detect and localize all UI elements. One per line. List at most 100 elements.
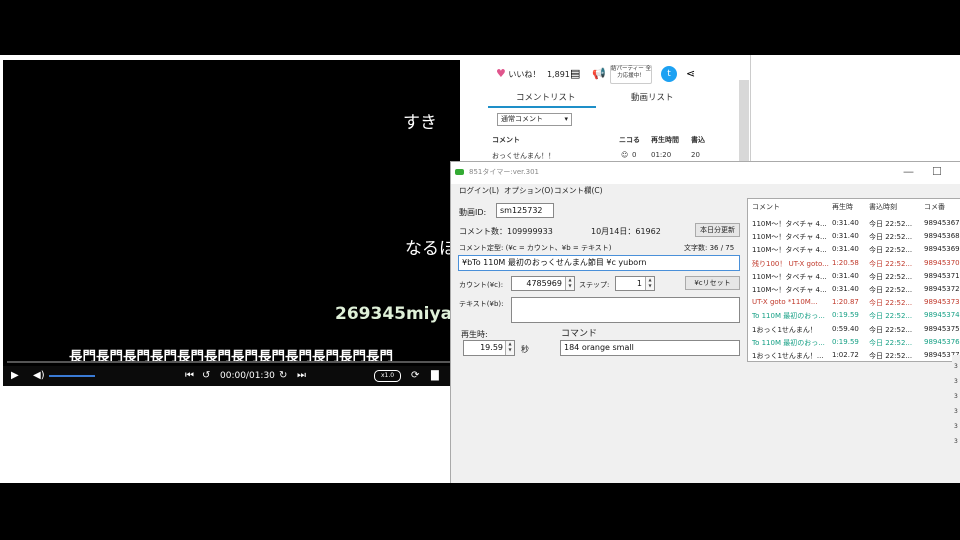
cell-comment: To 110M 最初のおっ... <box>752 338 825 347</box>
col-comment[interactable]: コメント <box>492 135 520 145</box>
table-row[interactable]: 110M～！タベチャ 4... 0:31.40 今日 22:52... 9894536… <box>748 243 960 256</box>
advertise-icon[interactable]: 📢 <box>592 67 606 80</box>
count-value: 4785969 <box>526 279 562 288</box>
table-row[interactable]: 残り100！ UT-X goto... 1:20.58 今日 22:52... 989… <box>748 257 960 270</box>
cell-time: 0:31.40 <box>832 219 859 227</box>
table-row[interactable]: 1おっく1せんまん！ 0:59.40 今日 22:52... 98945375 <box>748 323 960 336</box>
skip-back-icon[interactable]: ⏮ <box>185 370 194 381</box>
rewind-icon[interactable]: ↺ <box>202 370 210 381</box>
cell-date: 今日 22:52... <box>869 272 913 281</box>
command-label: コマンド <box>561 329 598 339</box>
col-writetime[interactable]: 書込時刻 <box>869 202 897 212</box>
mylist-icon[interactable]: ▤ <box>570 67 580 80</box>
playtime-spinner[interactable]: ▲ ▼ <box>505 341 514 355</box>
skip-forward-icon[interactable]: ⏭ <box>297 370 306 381</box>
like-count: 1,891 <box>546 70 570 79</box>
command-input[interactable]: 184 orange small <box>560 340 740 356</box>
count-spinner[interactable]: ▲ ▼ <box>565 277 574 290</box>
seconds-label: 秒 <box>521 345 529 354</box>
loop-icon[interactable]: ⟳ <box>411 370 419 381</box>
playtime-input[interactable]: 19.59 ▲ ▼ <box>463 340 515 356</box>
playback-speed-button[interactable]: x1.0 <box>374 370 401 382</box>
party-badge[interactable]: 結パーティー 全力応援中！ <box>610 65 652 84</box>
like-button[interactable]: ♥ いいね！ 1,891 <box>496 67 570 80</box>
text-input[interactable] <box>511 297 740 323</box>
cell-comment: 110M～！タベチャ 4... <box>752 286 827 294</box>
cell-comment: 1おっく1せんまん！ <box>752 325 817 334</box>
scrollbar[interactable] <box>952 355 960 483</box>
cell-time: 0:31.40 <box>832 245 859 254</box>
table-row[interactable]: 110M～！タベチャ 4... 0:31.40 今日 22:52... 9894537… <box>748 270 960 283</box>
menu-login[interactable]: ログイン(L) <box>459 185 499 196</box>
share-icon[interactable]: ⋖ <box>686 67 695 80</box>
col-comment[interactable]: コメント <box>752 202 780 212</box>
time-display: 00:00/01:30 <box>220 371 275 381</box>
comment-type-value: 通常コメント <box>501 115 543 123</box>
cell-date: 今日 22:52... <box>869 286 913 294</box>
menu-options[interactable]: オプション(O) <box>504 185 553 196</box>
col-playtime[interactable]: 再生時間 <box>651 135 679 145</box>
row-marker: 3 <box>954 363 958 370</box>
table-row[interactable]: 110M～！タベチャ 4... 0:31.40 今日 22:52... 9894536… <box>748 230 960 243</box>
step-input[interactable]: 1 ▲ ▼ <box>615 276 655 291</box>
playtime-value: 19.59 <box>480 343 503 352</box>
cell-time: 0:31.40 <box>832 285 859 293</box>
table-row[interactable]: 1おっく1せんまん！... 1:02.72 今日 22:52... 98945377 <box>748 349 960 361</box>
seek-bar[interactable] <box>7 361 453 363</box>
cell-date: 今日 22:52... <box>869 246 913 255</box>
table-row[interactable]: UT-X goto *110M... 1:20.87 今日 22:52... 9894… <box>748 296 960 309</box>
danmaku-comment: 269345miya <box>335 304 453 324</box>
row-marker: 3 <box>954 408 958 415</box>
update-today-button[interactable]: 本日分更新 <box>695 223 740 237</box>
app-icon <box>455 169 464 175</box>
col-comment-no[interactable]: コメ番 <box>924 202 945 212</box>
posted-comment-list[interactable]: コメント 再生時 書込時刻 コメ番 110M～！タベチャ 4... 0:31.40… <box>747 198 960 362</box>
cell-time: 0:31.40 <box>832 232 859 241</box>
col-date[interactable]: 書込 <box>691 135 705 145</box>
cell-comment: 1おっく1せんまん！... <box>752 352 824 360</box>
col-nicoru[interactable]: ニコる <box>619 135 640 145</box>
minimize-icon[interactable]: — <box>903 165 914 178</box>
col-playtime[interactable]: 再生時 <box>832 202 853 212</box>
cell-no: 98945372 <box>924 285 960 293</box>
volume-slider[interactable] <box>49 375 95 377</box>
list-item-comment[interactable]: おっくせんまん！！ <box>492 151 555 161</box>
forward-icon[interactable]: ↻ <box>279 370 287 381</box>
player-controls: ▶ ◀) ⏮ ↺ 00:00/01:30 ↻ ⏭ x1.0 ⟳ ▇ <box>3 366 455 386</box>
cell-time: 1:20.87 <box>832 298 859 307</box>
step-label: ステップ: <box>579 281 610 289</box>
cell-no: 98945373 <box>924 298 960 307</box>
cell-time: 0:19.59 <box>832 337 859 346</box>
divider <box>750 55 751 165</box>
comment-toggle-icon[interactable]: ▇ <box>431 370 439 381</box>
title-bar: 851タイマー:ver.301 — ☐ <box>451 162 960 184</box>
cell-time: 0:31.40 <box>832 271 859 280</box>
cell-no: 98945369 <box>924 245 960 254</box>
video-player[interactable]: すき な なるほ 269345miya 長門長門長門長門長門長門長門長門長門長門… <box>3 60 460 386</box>
reset-count-button[interactable]: ¥cリセット <box>685 276 740 290</box>
tab-video-list[interactable]: 動画リスト <box>631 91 674 103</box>
table-row[interactable]: To 110M 最初のおっ... 0:19.59 今日 22:52... 989453… <box>748 336 960 349</box>
table-row[interactable]: To 110M 最初のおっ... 0:19.59 今日 22:52... 989453… <box>748 309 960 322</box>
play-icon[interactable]: ▶ <box>11 370 19 381</box>
step-spinner[interactable]: ▲ ▼ <box>645 277 654 290</box>
heart-icon: ♥ <box>496 67 506 80</box>
comment-type-select[interactable]: 通常コメント ▾ <box>497 113 572 126</box>
count-label: カウント(¥c): <box>459 281 504 289</box>
maximize-icon[interactable]: ☐ <box>932 165 942 178</box>
tab-comment-list[interactable]: コメントリスト <box>516 91 576 103</box>
cell-date: 今日 22:52... <box>869 299 913 308</box>
table-row[interactable]: 110M～！タベチャ 4... 0:31.40 今日 22:52... 9894537… <box>748 283 960 296</box>
video-id-input[interactable]: sm125732 <box>496 203 554 218</box>
nicoru-icon[interactable]: ☺ <box>621 151 628 159</box>
nico-side-panel: ♥ いいね！ 1,891 ▤ 📢 結パーティー 全力応援中！ t ⋖ コメントリ… <box>488 55 750 180</box>
menu-comment[interactable]: コメント欄(C) <box>554 185 603 196</box>
window-title: 851タイマー:ver.301 <box>469 168 539 176</box>
row-marker: 3 <box>954 378 958 385</box>
template-input[interactable]: ¥bTo 110M 最初のおっくせんまん節目 ¥c yuborn <box>458 255 740 271</box>
count-input[interactable]: 4785969 ▲ ▼ <box>511 276 575 291</box>
table-row[interactable]: 110M～！タベチャ 4... 0:31.40 今日 22:52... 9894536… <box>748 217 960 230</box>
volume-icon[interactable]: ◀) <box>33 370 45 381</box>
twitter-icon[interactable]: t <box>661 66 677 82</box>
cell-date: 今日 22:52... <box>869 338 913 347</box>
